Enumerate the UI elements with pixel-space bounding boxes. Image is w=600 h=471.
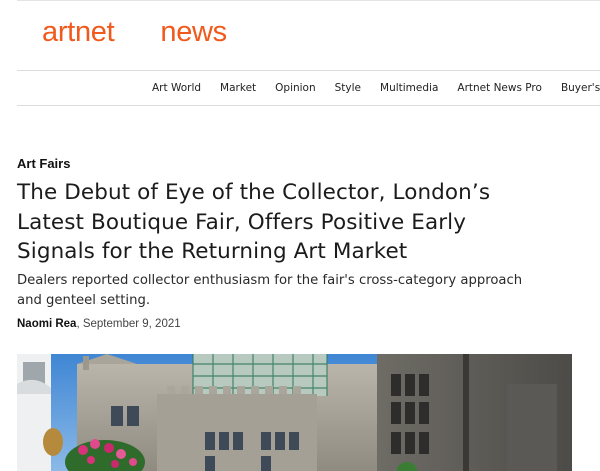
nav-item-style[interactable]: Style: [335, 82, 361, 94]
author-link[interactable]: Naomi Rea: [17, 318, 76, 330]
hero-image-illustration: [17, 354, 572, 471]
nav-item-multimedia[interactable]: Multimedia: [380, 82, 438, 94]
nav-divider-bottom: [17, 105, 600, 106]
artnet-news-logo[interactable]: artnet news: [42, 16, 227, 56]
headline-line: Latest Boutique Fair, Offers Positive Ea…: [17, 209, 467, 235]
logo-word-news: news: [160, 16, 227, 48]
nav-item-artnet-news-pro[interactable]: Artnet News Pro: [457, 82, 542, 94]
article-byline: Naomi Rea, September 9, 2021: [17, 318, 181, 330]
hero-image: [17, 354, 572, 471]
publish-date: , September 9, 2021: [76, 318, 181, 330]
nav-item-buyers-guide[interactable]: Buyer's G: [561, 82, 600, 94]
headline-line: The Debut of Eye of the Collector, Londo…: [17, 180, 491, 205]
nav-item-art-world[interactable]: Art World: [152, 82, 201, 94]
article-category-link[interactable]: Art Fairs: [17, 156, 70, 171]
nav-item-opinion[interactable]: Opinion: [275, 82, 316, 94]
headline-line: Signals for the Returning Art Market: [17, 239, 408, 264]
dek-line: Dealers reported collector enthusiasm fo…: [17, 273, 523, 288]
nav-item-market[interactable]: Market: [220, 82, 256, 94]
main-nav: Art World Market Opinion Style Multimedi…: [152, 71, 600, 105]
logo-word-artnet: artnet: [42, 16, 115, 48]
article-dek: Dealers reported collector enthusiasm fo…: [17, 271, 592, 310]
top-divider: [17, 0, 600, 1]
article-headline: The Debut of Eye of the Collector, Londo…: [17, 178, 592, 267]
dek-line: and genteel setting.: [17, 292, 151, 308]
